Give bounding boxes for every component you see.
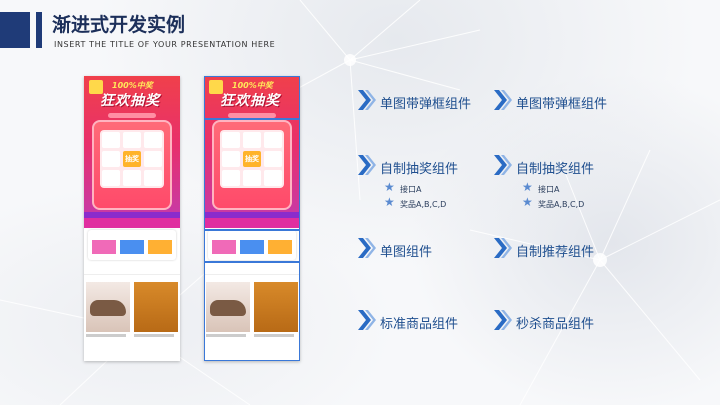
chevron-right-icon — [358, 90, 376, 110]
prize-cell — [123, 170, 141, 186]
right-item-label: 单图带弹框组件 — [516, 97, 608, 112]
slide-subtitle: INSERT THE TITLE OF YOUR PRESENTATION HE… — [54, 40, 276, 49]
left-sub-prizes: 奖品A,B,C,D — [400, 200, 447, 209]
right-sub-interface: 接口A — [538, 185, 560, 194]
right-item-label: 自制推荐组件 — [516, 245, 595, 260]
chevron-right-icon — [494, 310, 512, 330]
draw-button[interactable]: 抽奖 — [123, 151, 141, 167]
product-image-shoe — [86, 282, 130, 332]
star-icon: ★ — [522, 195, 533, 209]
component-outline-lottery — [204, 118, 300, 230]
prize-cell — [102, 170, 120, 186]
product-title-placeholder — [134, 334, 174, 337]
star-icon: ★ — [384, 195, 395, 209]
header-accent-bar — [36, 12, 42, 48]
chevron-right-icon — [358, 238, 376, 258]
component-outline-products — [204, 262, 300, 361]
product-title-placeholder — [86, 334, 126, 337]
star-icon: ★ — [522, 180, 533, 194]
banner-band — [84, 218, 180, 228]
lottery-machine: 抽奖 — [92, 120, 172, 210]
chevron-right-icon — [358, 155, 376, 175]
left-item-label: 标准商品组件 — [380, 317, 459, 332]
prize-cell — [144, 132, 162, 148]
prize-cell — [123, 132, 141, 148]
chevron-right-icon — [494, 238, 512, 258]
category-tabs — [84, 264, 180, 275]
left-item-label: 自制抽奖组件 — [380, 162, 459, 177]
star-icon: ★ — [384, 180, 395, 194]
left-item-label: 单图带弹框组件 — [380, 97, 472, 112]
lottery-banner: 100%中奖 狂欢抽奖 抽奖 — [84, 76, 180, 228]
right-item-label: 秒杀商品组件 — [516, 317, 595, 332]
shoe-icon — [90, 300, 126, 316]
component-outline-single-image — [204, 230, 300, 262]
coupon-card — [88, 230, 176, 260]
prize-cell — [102, 132, 120, 148]
coupon-item — [92, 240, 116, 254]
phone-screenshot-original: 100%中奖 狂欢抽奖 抽奖 — [84, 76, 180, 361]
right-sub-prizes: 奖品A,B,C,D — [538, 200, 585, 209]
product-list — [84, 276, 180, 361]
header-accent-block — [0, 12, 30, 48]
draw-button-label: 抽奖 — [125, 155, 139, 163]
prize-grid: 抽奖 — [100, 130, 164, 188]
chevron-right-icon — [358, 310, 376, 330]
slide-title: 渐进式开发实例 — [52, 14, 186, 36]
chevron-right-icon — [494, 90, 512, 110]
coupon-item — [148, 240, 172, 254]
banner-headline: 狂欢抽奖 — [100, 93, 160, 109]
banner-ribbon — [108, 113, 156, 118]
right-item-label: 自制抽奖组件 — [516, 162, 595, 177]
prize-cell — [144, 170, 162, 186]
chevron-right-icon — [494, 155, 512, 175]
prize-cell — [102, 151, 120, 167]
product-image-sweater — [134, 282, 178, 332]
component-outline-banner — [204, 76, 300, 120]
left-item-label: 单图组件 — [380, 245, 433, 260]
left-sub-interface: 接口A — [400, 185, 422, 194]
prize-cell — [144, 151, 162, 167]
coupon-item — [120, 240, 144, 254]
